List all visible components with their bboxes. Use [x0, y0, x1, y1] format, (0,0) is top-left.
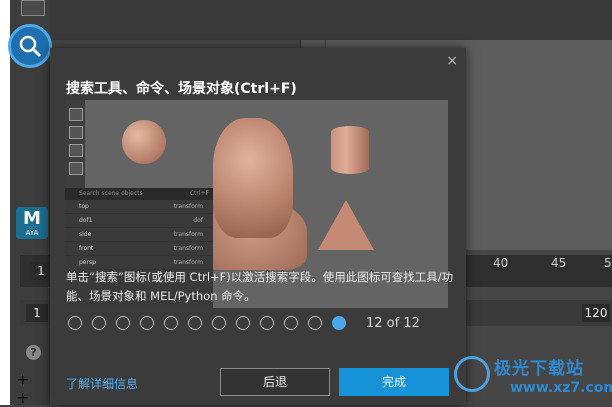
step-description: 单击“搜索”图标(或使用 Ctrl+F)以激活搜索字段。使用此图标可查找工具/功… — [66, 270, 454, 303]
select-tool-icon — [69, 108, 83, 121]
preview-outliner-row: side transform — [65, 228, 213, 242]
pagination-dot[interactable] — [308, 316, 322, 330]
back-button[interactable]: 后退 — [220, 368, 330, 396]
cylinder-model — [331, 126, 369, 174]
done-button[interactable]: 完成 — [339, 368, 449, 396]
layout-icon[interactable] — [21, 0, 45, 16]
current-frame-field[interactable]: 1 — [30, 262, 52, 280]
layout-tool-icon — [69, 126, 83, 139]
row-kind: transform — [173, 203, 203, 210]
page-counter: 12 of 12 — [366, 316, 420, 331]
layout-tool-icon — [69, 144, 83, 157]
preview-search-shortcut: Ctrl+F — [189, 190, 209, 197]
plus-icon[interactable]: + — [16, 370, 29, 389]
pagination-dot[interactable] — [92, 316, 106, 330]
row-name: dof1 — [79, 217, 93, 224]
maya-logo: M AYA — [16, 207, 48, 239]
row-kind: transform — [173, 245, 203, 252]
left-edge — [0, 0, 10, 405]
pagination-dot[interactable] — [164, 316, 178, 330]
preview-search-field: Search scene objects Ctrl+F — [65, 188, 213, 200]
pagination-dot[interactable] — [68, 316, 82, 330]
pagination-dot[interactable] — [188, 316, 202, 330]
row-kind: transform — [173, 231, 203, 238]
pagination-dot[interactable] — [116, 316, 130, 330]
pagination-dot[interactable] — [332, 316, 346, 330]
time-tick: 40 — [493, 256, 509, 270]
bust-model-head — [213, 118, 293, 238]
cone-model — [318, 200, 374, 250]
pagination-dot[interactable] — [260, 316, 274, 330]
pagination-dot[interactable] — [212, 316, 226, 330]
preview-outliner-row: dof1 dof — [65, 214, 213, 228]
start-frame-field[interactable]: 1 — [26, 304, 48, 322]
pagination-dot[interactable] — [140, 316, 154, 330]
search-button[interactable] — [8, 24, 52, 68]
row-name: side — [79, 231, 92, 238]
row-kind: dof — [193, 217, 203, 224]
close-icon[interactable]: × — [446, 53, 458, 69]
row-name: top — [79, 203, 89, 210]
row-name: front — [79, 245, 94, 252]
outliner-tool-icon — [69, 162, 83, 175]
tutorial-dialog: × 搜索工具、命令、场景对象(Ctrl+F) Search scene obje… — [50, 48, 466, 405]
learn-more-link[interactable]: 了解详细信息 — [66, 375, 138, 392]
watermark-icon — [454, 356, 490, 392]
pagination-dot[interactable] — [284, 316, 298, 330]
pagination-dot[interactable] — [236, 316, 250, 330]
maya-logo-text: AYA — [25, 229, 39, 237]
maya-logo-letter: M — [23, 208, 41, 229]
workspace-header — [50, 0, 612, 40]
preview-outliner-row: top transform — [65, 200, 213, 214]
watermark-logo: 极光下载站 www.xz7.com — [454, 350, 612, 405]
watermark-url: www.xz7.com — [510, 380, 612, 396]
help-icon[interactable]: ? — [26, 345, 41, 360]
plus-icon[interactable]: + — [16, 388, 29, 407]
search-icon — [19, 35, 41, 57]
preview-search-placeholder: Search scene objects — [79, 190, 143, 197]
time-tick: 45 — [551, 256, 567, 270]
watermark-title: 极光下载站 — [494, 359, 584, 379]
dialog-title: 搜索工具、命令、场景对象(Ctrl+F) — [66, 81, 297, 97]
time-tick: 5 — [604, 256, 612, 270]
sphere-model — [122, 120, 166, 164]
end-frame-field[interactable]: 120 — [582, 304, 610, 322]
preview-outliner-row: front transform — [65, 242, 213, 256]
